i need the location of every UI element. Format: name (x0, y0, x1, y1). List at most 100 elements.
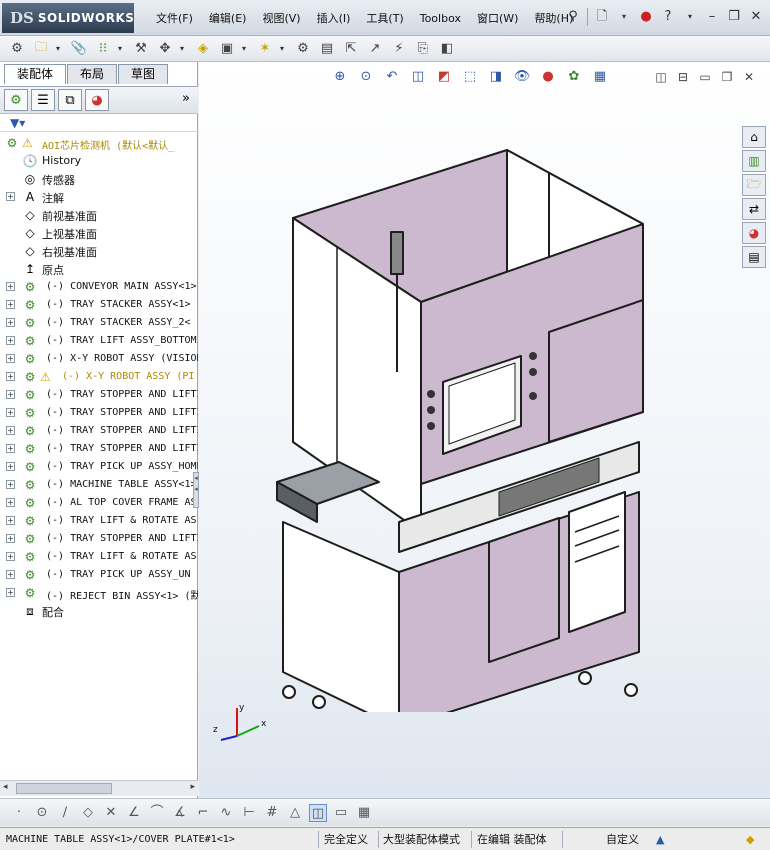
menu-toolbox[interactable]: Toolbox (412, 10, 469, 28)
expand-toggle-icon[interactable]: + (6, 354, 15, 363)
move-component-icon[interactable]: ✥ (156, 40, 174, 58)
expand-toggle-icon[interactable]: + (6, 498, 15, 507)
units-selector[interactable]: 自定义 (606, 832, 639, 848)
dimension-icon[interactable]: ⊢ (240, 804, 258, 822)
graphics-viewport[interactable]: ⊕ ⊙ ↶ ◫ ◩ ⬚ ◨ 👁 ● ✿ ▦ ◫ ⊟ ▭ ❐ ✕ ⌂ ▥ 🗁 ⇄ … (199, 62, 770, 798)
custom-properties-icon[interactable]: ▤ (742, 246, 766, 268)
tab-assembly[interactable]: 装配体 (4, 64, 67, 84)
menu-window[interactable]: 窗口(W) (469, 10, 526, 28)
tree-component[interactable]: + ⚙ (-) TRAY PICK UP ASSY_HOME (0, 458, 198, 476)
tree-item[interactable]: 🕓 History (0, 152, 198, 170)
expand-toggle-icon[interactable]: + (6, 336, 15, 345)
view-orientation-icon[interactable]: ⬚ (461, 68, 479, 86)
expand-toggle-icon[interactable]: + (6, 552, 15, 561)
smart-fasteners-icon[interactable]: ⚒ (132, 40, 150, 58)
expand-toggle-icon[interactable]: + (6, 588, 15, 597)
menu-tools[interactable]: 工具(T) (358, 10, 411, 28)
tree-component[interactable]: + ⚙ (-) TRAY STACKER ASSY_2< (0, 314, 198, 332)
tree-component[interactable]: + ⚙ (-) X-Y ROBOT ASSY (VISION (0, 350, 198, 368)
chevron-down-icon[interactable]: ▾ (682, 9, 698, 25)
tree-mates[interactable]: ⧈ 配合 (0, 602, 198, 620)
property-manager-icon[interactable]: ☰ (31, 89, 55, 111)
chevron-down-icon[interactable]: ▾ (56, 44, 64, 53)
chevron-down-icon[interactable]: ▾ (280, 44, 288, 53)
expand-toggle-icon[interactable]: + (6, 444, 15, 453)
expand-toggle-icon[interactable]: + (6, 282, 15, 291)
tree-component[interactable]: + ⚙ (-) REJECT BIN ASSY<1> (默 (0, 584, 198, 602)
snap-icon[interactable]: △ (286, 804, 304, 822)
restore-icon[interactable]: ❐ (720, 70, 734, 84)
edit-component-icon[interactable]: ⚙ (8, 40, 26, 58)
expand-more-icon[interactable]: » (182, 91, 190, 106)
split-horizontal-icon[interactable]: ⊟ (676, 70, 690, 84)
bill-of-materials-icon[interactable]: ▤ (318, 40, 336, 58)
exploded-view-icon[interactable]: ⇱ (342, 40, 360, 58)
tree-item[interactable]: ◇ 右视基准面 (0, 242, 198, 260)
split-vertical-icon[interactable]: ◫ (654, 70, 668, 84)
scroll-left-icon[interactable]: ◂ (3, 782, 8, 792)
tree-item[interactable]: ↥ 原点 (0, 260, 198, 278)
line-icon[interactable]: ∕ (56, 804, 74, 822)
tree-component[interactable]: + ⚙ (-) TRAY LIFT & ROTATE AS (0, 548, 198, 566)
new-document-icon[interactable]: 🗋 (594, 9, 610, 25)
tree-component[interactable]: + ⚙ (-) TRAY STOPPER AND LIFTI (0, 440, 198, 458)
3d-box-icon[interactable]: ◫ (309, 803, 327, 822)
tree-horizontal-scrollbar[interactable]: ◂ ▸ (0, 780, 198, 796)
tree-item[interactable]: + A 注解 (0, 188, 198, 206)
chevron-down-icon[interactable]: ▾ (118, 44, 126, 53)
expand-toggle-icon[interactable]: + (6, 570, 15, 579)
filter-icon[interactable]: ▼▾ (10, 116, 25, 130)
design-library-icon[interactable]: ▥ (742, 150, 766, 172)
restore-icon[interactable]: ❐ (726, 9, 742, 25)
solidworks-resources-icon[interactable]: ⌂ (742, 126, 766, 148)
rebuild-icon[interactable]: ▲ (656, 832, 664, 848)
new-motion-study-icon[interactable]: ⚙ (294, 40, 312, 58)
reference-geometry-icon[interactable]: ✶ (256, 40, 274, 58)
close-icon[interactable]: ✕ (748, 9, 764, 25)
configuration-manager-icon[interactable]: ⧉ (58, 89, 82, 111)
scroll-right-icon[interactable]: ▸ (190, 782, 195, 792)
hide-show-items-icon[interactable]: 👁 (513, 68, 531, 86)
polygon-icon[interactable]: ◇ (79, 804, 97, 822)
tree-component[interactable]: + ⚙ (-) AL TOP COVER FRAME AS (0, 494, 198, 512)
view-settings-icon[interactable]: ▦ (591, 68, 609, 86)
point-icon[interactable]: · (10, 804, 28, 822)
tree-component[interactable]: + ⚙ (-) TRAY STOPPER AND LIFTI (0, 404, 198, 422)
traffic-light-icon[interactable]: ● (638, 9, 654, 25)
appearances-icon[interactable]: ◕ (742, 222, 766, 244)
interference-detection-icon[interactable]: ⚡ (390, 40, 408, 58)
chevron-down-icon[interactable]: ▾ (242, 44, 250, 53)
display-manager-icon[interactable]: ◕ (85, 89, 109, 111)
offset-icon[interactable]: ∡ (171, 804, 189, 822)
file-explorer-icon[interactable]: 🗁 (742, 174, 766, 196)
tree-item[interactable]: ◎ 传感器 (0, 170, 198, 188)
angle-icon[interactable]: ∠ (125, 804, 143, 822)
tree-root-assembly[interactable]: ⚙ ⚠ AOI芯片检测机 (默认<默认_ (0, 134, 198, 152)
expand-toggle-icon[interactable]: + (6, 534, 15, 543)
tab-sketch[interactable]: 草图 (118, 64, 169, 84)
zoom-to-area-icon[interactable]: ⊙ (357, 68, 375, 86)
pin-icon[interactable]: ⚲ (565, 9, 581, 25)
help-button[interactable]: ? (660, 9, 676, 25)
expand-toggle-icon[interactable]: + (6, 408, 15, 417)
zoom-to-fit-icon[interactable]: ⊕ (331, 68, 349, 86)
expand-toggle-icon[interactable]: + (6, 192, 15, 201)
insert-component-icon[interactable]: 🗀 (32, 40, 50, 58)
view-icon[interactable]: ▭ (332, 804, 350, 822)
show-hidden-icon[interactable]: ◈ (194, 40, 212, 58)
tree-item[interactable]: ◇ 前视基准面 (0, 206, 198, 224)
spline-icon[interactable]: ∿ (217, 804, 235, 822)
tree-component[interactable]: + ⚙ (-) TRAY PICK UP ASSY_UN ( (0, 566, 198, 584)
tree-component[interactable]: + ⚙ (-) TRAY STOPPER AND LIFTI (0, 530, 198, 548)
expand-toggle-icon[interactable]: + (6, 372, 15, 381)
arc-icon[interactable]: ⌒ (148, 804, 166, 822)
expand-toggle-icon[interactable]: + (6, 318, 15, 327)
chevron-down-icon[interactable]: ▾ (616, 9, 632, 25)
tree-component[interactable]: + ⚙ ⚠ (-) X-Y ROBOT ASSY (PI (0, 368, 198, 386)
tree-component[interactable]: + ⚙ (-) TRAY STOPPER AND LIFTI (0, 422, 198, 440)
previous-view-icon[interactable]: ↶ (383, 68, 401, 86)
corner-icon[interactable]: ⌐ (194, 804, 212, 822)
circle-icon[interactable]: ⊙ (33, 804, 51, 822)
tree-component[interactable]: + ⚙ (-) TRAY STACKER ASSY<1> (0, 296, 198, 314)
edit-appearance-icon[interactable]: ● (539, 68, 557, 86)
